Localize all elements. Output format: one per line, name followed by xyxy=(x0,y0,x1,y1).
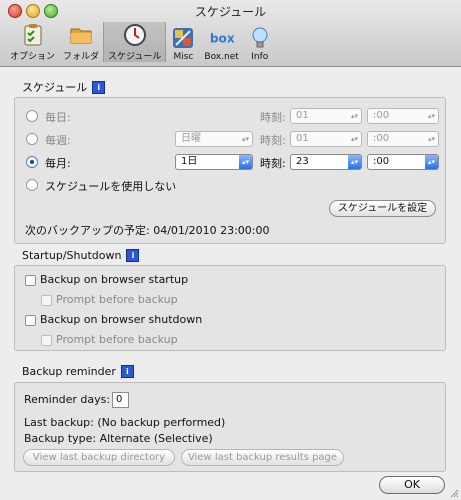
monthly-label: 毎月: xyxy=(45,157,71,170)
toolbar-tab-info[interactable]: Info xyxy=(243,22,277,62)
info-bulb-icon xyxy=(247,26,273,50)
view-last-backup-directory-button[interactable]: View last backup directory xyxy=(23,449,175,466)
next-backup-text: 次のバックアップの予定: 04/01/2010 23:00:00 xyxy=(25,224,270,237)
info-icon[interactable]: i xyxy=(92,80,106,94)
daily-hour-select[interactable]: 01 ▴▾ xyxy=(290,108,362,124)
toolbar-tab-options[interactable]: オプション xyxy=(6,22,59,62)
backup-shutdown-label: Backup on browser shutdown xyxy=(40,313,203,326)
weekly-minute-select[interactable]: :00 ▴▾ xyxy=(367,131,439,147)
toolbar-tab-folder[interactable]: フォルダ xyxy=(59,22,103,62)
reminder-days-label: Reminder days: xyxy=(24,393,111,406)
info-icon[interactable]: i xyxy=(120,365,134,378)
schedule-section-title: スケジュール i xyxy=(22,79,106,95)
monthly-day-select[interactable]: 1日 ▴▾ xyxy=(175,154,253,170)
toolbar-tab-schedule[interactable]: スケジュール xyxy=(103,22,167,62)
daily-radio[interactable] xyxy=(26,110,38,122)
reminder-section-title: Backup reminder i xyxy=(22,365,134,378)
folder-icon xyxy=(68,23,94,47)
backup-startup-label: Backup on browser startup xyxy=(40,273,189,286)
daily-time-label: 時刻: xyxy=(260,111,286,124)
startup-panel: Backup on browser startup Prompt before … xyxy=(14,265,446,351)
view-last-backup-results-button[interactable]: View last backup results page xyxy=(181,449,344,466)
misc-tools-icon xyxy=(170,26,196,50)
toolbar-tab-misc[interactable]: Misc xyxy=(166,22,200,62)
monthly-minute-select[interactable]: :00 ▴▾ xyxy=(367,154,439,170)
info-icon[interactable]: i xyxy=(126,249,140,262)
weekly-day-select[interactable]: 日曜 ▴▾ xyxy=(175,131,253,147)
toolbar-label: オプション xyxy=(10,52,56,62)
schedule-clock-icon xyxy=(122,23,148,47)
monthly-radio[interactable] xyxy=(26,156,38,168)
prompt-startup-label: Prompt before backup xyxy=(56,293,178,306)
startup-section-title: Startup/Shutdown i xyxy=(22,249,140,262)
toolbar-label: スケジュール xyxy=(108,52,162,62)
last-backup-text: Last backup: (No backup performed) xyxy=(24,416,226,429)
monthly-time-label: 時刻: xyxy=(260,157,286,170)
toolbar-label: Misc xyxy=(173,52,194,62)
weekly-label: 毎週: xyxy=(45,134,71,147)
schedule-panel: 毎日: 時刻: 01 ▴▾ :00 ▴▾ 毎週: 日曜 ▴▾ 時刻: 01 ▴▾ :00… xyxy=(14,97,446,244)
section-label: Startup/Shutdown xyxy=(22,249,122,262)
section-label: Backup reminder xyxy=(22,365,116,378)
weekly-time-label: 時刻: xyxy=(260,134,286,147)
box-logo-icon: box xyxy=(209,26,235,50)
toolbar-tab-boxnet[interactable]: box Box.net xyxy=(200,22,242,62)
daily-minute-select[interactable]: :00 ▴▾ xyxy=(367,108,439,124)
ok-button[interactable]: OK xyxy=(379,476,445,494)
reminder-panel: Reminder days: 0 Last backup: (No backup… xyxy=(14,382,446,472)
prompt-startup-checkbox[interactable] xyxy=(41,295,52,306)
monthly-hour-select[interactable]: 23 ▴▾ xyxy=(290,154,362,170)
window-toolbar: スケジュール オプション フォルダ スケジュール Misc box Box.ne… xyxy=(0,0,461,67)
schedule-pane: スケジュール i 毎日: 時刻: 01 ▴▾ :00 ▴▾ 毎週: 日曜 ▴▾ 時刻:… xyxy=(0,67,461,500)
backup-shutdown-checkbox[interactable] xyxy=(25,315,36,326)
prompt-shutdown-label: Prompt before backup xyxy=(56,333,178,346)
toolbar-label: Info xyxy=(251,52,269,62)
options-checklist-icon xyxy=(20,23,46,47)
set-schedule-button[interactable]: スケジュールを設定 xyxy=(329,200,436,217)
toolbar-label: フォルダ xyxy=(63,52,100,62)
toolbar-label: Box.net xyxy=(204,52,239,62)
weekly-hour-select[interactable]: 01 ▴▾ xyxy=(290,131,362,147)
section-label: スケジュール xyxy=(22,81,88,94)
reminder-days-input[interactable]: 0 xyxy=(112,392,129,408)
weekly-radio[interactable] xyxy=(26,133,38,145)
svg-text:box: box xyxy=(210,32,235,46)
no-schedule-label: スケジュールを使用しない xyxy=(45,180,177,193)
preferences-window: スケジュール オプション フォルダ スケジュール Misc box Box.ne… xyxy=(0,0,461,500)
backup-type-text: Backup type: Alternate (Selective) xyxy=(24,432,213,445)
resize-grip-icon[interactable] xyxy=(449,488,459,498)
daily-label: 毎日: xyxy=(45,111,71,124)
prompt-shutdown-checkbox[interactable] xyxy=(41,335,52,346)
window-title: スケジュール xyxy=(194,5,267,19)
no-schedule-radio[interactable] xyxy=(26,179,38,191)
backup-startup-checkbox[interactable] xyxy=(25,275,36,286)
